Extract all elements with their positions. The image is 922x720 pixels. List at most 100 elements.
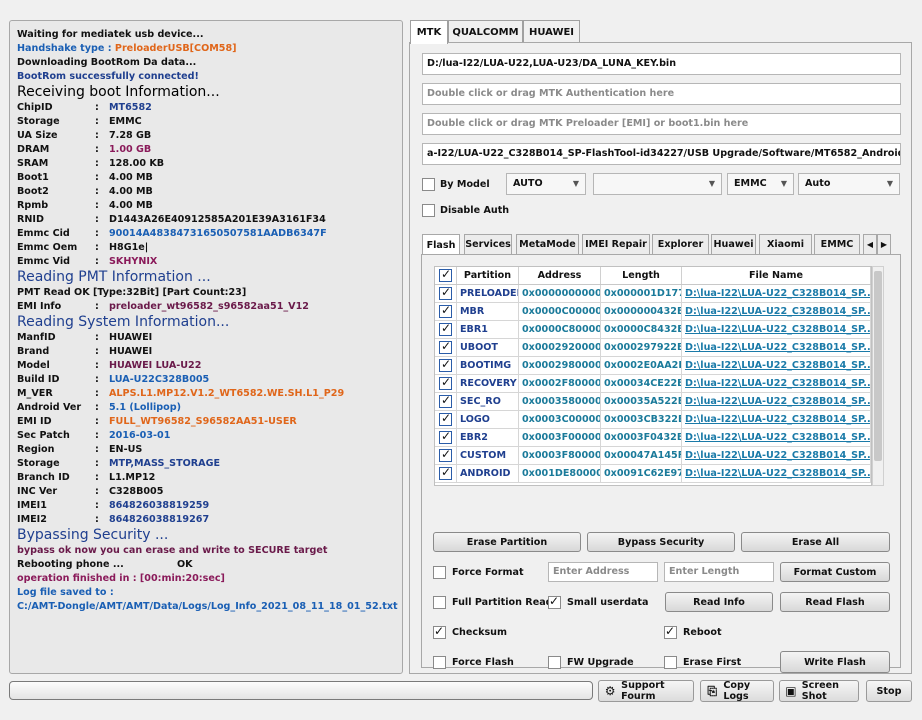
da-file-field[interactable]: D:/lua-I22/LUA-U22,LUA-U23/DA_LUNA_KEY.b… xyxy=(422,53,901,75)
row-checkbox[interactable] xyxy=(435,375,457,392)
cell-partition: EBR2 xyxy=(457,429,519,446)
table-row[interactable]: LOGO0x0003C000000x0003CB322BD:\lua-I22\L… xyxy=(435,411,871,429)
cell-file-name[interactable]: D:\lua-I22\LUA-U22_C328B014_SP... xyxy=(682,411,871,428)
bypass-security-button[interactable]: Bypass Security xyxy=(587,532,735,552)
write-flash-button[interactable]: Write Flash xyxy=(780,651,890,673)
table-row[interactable]: ANDROID0x001DE800000x0091C62E97D:\lua-I2… xyxy=(435,465,871,483)
table-row[interactable]: BOOTIMG0x00029800000x0002E0AA2BD:\lua-I2… xyxy=(435,357,871,375)
log-line: Boot1:4.00 MB xyxy=(17,171,402,185)
log-key: Emmc Cid xyxy=(17,228,70,239)
row-checkbox[interactable] xyxy=(435,357,457,374)
read-info-button[interactable]: Read Info xyxy=(665,592,773,612)
cell-file-name[interactable]: D:\lua-I22\LUA-U22_C328B014_SP... xyxy=(682,447,871,464)
erase-all-button[interactable]: Erase All xyxy=(741,532,890,552)
cell-file-name[interactable]: D:\lua-I22\LUA-U22_C328B014_SP... xyxy=(682,339,871,356)
support-forum-button[interactable]: ⚙ Support Fourm xyxy=(598,680,694,702)
tab-qualcomm[interactable]: QUALCOMM xyxy=(448,20,523,43)
table-row[interactable]: EBR20x0003F000000x0003F0432BD:\lua-I22\L… xyxy=(435,429,871,447)
force-format-checkbox[interactable] xyxy=(433,566,446,579)
log-line: Build ID: LUA-U22C328B005 xyxy=(17,373,402,387)
subtab-huawei[interactable]: Huawei xyxy=(711,234,756,254)
by-model-checkbox[interactable] xyxy=(422,178,435,191)
subtab-flash[interactable]: Flash xyxy=(422,234,460,255)
row-checkbox[interactable] xyxy=(435,429,457,446)
table-row[interactable]: CUSTOM0x0003F800000x00047A145FD:\lua-I22… xyxy=(435,447,871,465)
subtab-emmc[interactable]: EMMC xyxy=(814,234,860,254)
table-row[interactable]: EBR10x0000C800000x0000C8432BD:\lua-I22\L… xyxy=(435,321,871,339)
table-row[interactable]: PRELOADER0x00000000000x000001D177D:\lua-… xyxy=(435,285,871,303)
tab-huawei[interactable]: HUAWEI xyxy=(523,20,580,43)
log-line: EMI Info: preloader_wt96582_s96582aa51_V1… xyxy=(17,300,402,314)
erase-partition-button[interactable]: Erase Partition xyxy=(433,532,581,552)
full-partition-read-checkbox[interactable] xyxy=(433,596,446,609)
subtab-metamode[interactable]: MetaMode xyxy=(516,234,579,254)
subtab-imei-repair[interactable]: IMEI Repair xyxy=(582,234,650,254)
read-flash-button[interactable]: Read Flash xyxy=(780,592,890,612)
address-input[interactable]: Enter Address xyxy=(548,562,658,582)
cell-file-name[interactable]: D:\lua-I22\LUA-U22_C328B014_SP... xyxy=(682,321,871,338)
tab-scroll-right-icon[interactable]: ▶ xyxy=(877,234,891,254)
fw-upgrade-checkbox[interactable] xyxy=(548,656,561,669)
force-flash-checkbox[interactable] xyxy=(433,656,446,669)
table-row[interactable]: MBR0x0000C000000x000000432BD:\lua-I22\LU… xyxy=(435,303,871,321)
select-all-checkbox[interactable] xyxy=(435,267,457,284)
cell-address: 0x001DE80000 xyxy=(519,465,601,482)
log-line: bypass ok now you can erase and write to… xyxy=(17,545,328,556)
log-value: MTP,MASS_STORAGE xyxy=(109,458,221,469)
cell-file-name[interactable]: D:\lua-I22\LUA-U22_C328B014_SP... xyxy=(682,393,871,410)
mode-select[interactable]: Auto ▼ xyxy=(798,173,900,195)
format-custom-button[interactable]: Format Custom xyxy=(780,562,890,582)
cell-file-name[interactable]: D:\lua-I22\LUA-U22_C328B014_SP... xyxy=(682,375,871,392)
cell-file-name[interactable]: D:\lua-I22\LUA-U22_C328B014_SP... xyxy=(682,303,871,320)
log-key: Storage xyxy=(17,116,60,127)
table-row[interactable]: UBOOT0x00029200000x000297922BD:\lua-I22\… xyxy=(435,339,871,357)
scatter-file-field[interactable]: a-I22/LUA-U22_C328B014_SP-FlashTool-id34… xyxy=(422,143,901,165)
model2-select[interactable]: ▼ xyxy=(593,173,722,195)
table-scrollbar[interactable] xyxy=(872,266,884,486)
cell-length: 0x000000432B xyxy=(601,303,682,320)
cell-file-name[interactable]: D:\lua-I22\LUA-U22_C328B014_SP... xyxy=(682,465,871,482)
storage-select[interactable]: EMMC ▼ xyxy=(727,173,794,195)
subtab-services[interactable]: Services xyxy=(464,234,512,254)
screen-shot-button[interactable]: ▣ Screen Shot xyxy=(779,680,859,702)
checksum-checkbox[interactable] xyxy=(433,624,446,639)
tab-scroll-left-icon[interactable]: ◀ xyxy=(863,234,877,254)
row-checkbox[interactable] xyxy=(435,321,457,338)
tab-mtk[interactable]: MTK xyxy=(410,20,448,44)
partition-table[interactable]: Partition Address Length File Name PRELO… xyxy=(434,266,872,486)
table-row[interactable]: RECOVERY0x0002F800000x00034CE22BD:\lua-I… xyxy=(435,375,871,393)
progress-bar xyxy=(9,681,593,700)
stop-button[interactable]: Stop xyxy=(866,680,912,702)
cell-file-name[interactable]: D:\lua-I22\LUA-U22_C328B014_SP... xyxy=(682,285,871,302)
chevron-down-icon: ▼ xyxy=(572,179,579,188)
reboot-checkbox[interactable] xyxy=(664,624,677,639)
row-checkbox[interactable] xyxy=(435,339,457,356)
log-value: 4.00 MB xyxy=(109,172,153,183)
log-line: PMT Read OK [Type:32Bit] [Part Count:23] xyxy=(17,287,247,298)
auth-file-field[interactable]: Double click or drag MTK Authentication … xyxy=(422,83,901,105)
subtab-explorer[interactable]: Explorer xyxy=(652,234,709,254)
row-checkbox[interactable] xyxy=(435,393,457,410)
cell-file-name[interactable]: D:\lua-I22\LUA-U22_C328B014_SP... xyxy=(682,357,871,374)
row-checkbox[interactable] xyxy=(435,465,457,482)
erase-first-checkbox[interactable] xyxy=(664,656,677,669)
disable-auth-checkbox[interactable] xyxy=(422,204,435,217)
row-checkbox[interactable] xyxy=(435,447,457,464)
log-line: Waiting for mediatek usb device... xyxy=(17,29,204,40)
log-colon: : xyxy=(95,242,99,253)
log-key: M_VER xyxy=(17,388,53,399)
length-input[interactable]: Enter Length xyxy=(664,562,774,582)
subtab-xiaomi[interactable]: Xiaomi xyxy=(759,234,812,254)
cell-file-name[interactable]: D:\lua-I22\LUA-U22_C328B014_SP... xyxy=(682,429,871,446)
preloader-file-field[interactable]: Double click or drag MTK Preloader [EMI]… xyxy=(422,113,901,135)
row-checkbox[interactable] xyxy=(435,411,457,428)
copy-logs-button[interactable]: ⎘ Copy Logs xyxy=(700,680,774,702)
small-userdata-checkbox[interactable] xyxy=(548,594,561,609)
cell-partition: UBOOT xyxy=(457,339,519,356)
disable-auth-label: Disable Auth xyxy=(440,205,510,216)
row-checkbox[interactable] xyxy=(435,285,457,302)
log-key: Branch ID xyxy=(17,472,70,483)
table-row[interactable]: SEC_RO0x00035800000x00035A522BD:\lua-I22… xyxy=(435,393,871,411)
row-checkbox[interactable] xyxy=(435,303,457,320)
model-select[interactable]: AUTO ▼ xyxy=(506,173,586,195)
